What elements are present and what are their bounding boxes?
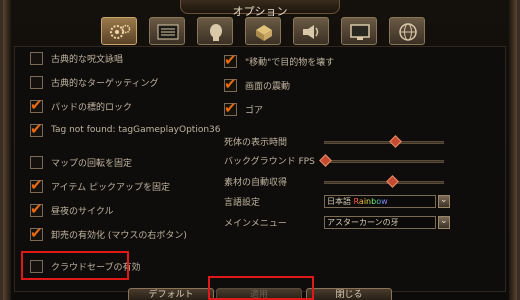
audio-speaker-icon <box>303 25 319 39</box>
tab-inventory[interactable] <box>245 17 281 45</box>
checkbox[interactable] <box>30 176 43 194</box>
apply-button[interactable]: 適用 <box>216 288 302 300</box>
tab-display[interactable] <box>149 17 185 45</box>
main-menu-setting: メインメニュー アスターカーンの牙 ⌄ <box>224 216 464 230</box>
option-cloud-save[interactable]: クラウドセーブの有効 <box>30 258 140 274</box>
title-bar: オプション <box>180 0 340 18</box>
slider-track[interactable] <box>324 135 444 148</box>
chevron-down-icon: ⌄ <box>440 216 448 226</box>
option-label: "移動"で目的物を壊す <box>245 57 335 68</box>
option-label: Tag not found: tagGameplayOption36 <box>51 125 221 135</box>
option-label: マップの回転を固定 <box>51 158 133 169</box>
slider-label: バックグラウンド FPS <box>224 157 315 167</box>
option-screen-shake[interactable]: 画面の震動 <box>224 75 291 93</box>
option-break-with-move[interactable]: "移動"で目的物を壊す <box>224 51 335 69</box>
option-wholesale-right-click[interactable]: 卸売の有効化 (マウスの右ボタン) <box>30 224 187 242</box>
checkbox[interactable] <box>30 120 43 138</box>
tab-gameplay[interactable] <box>101 17 137 45</box>
language-setting: 言語設定 日本語 Rainbow ⌄ <box>224 195 464 209</box>
option-pad-target-lock[interactable]: パッドの標的ロック <box>30 96 133 114</box>
display-list-icon <box>157 24 179 40</box>
main-menu-select[interactable]: アスターカーンの牙 <box>324 216 436 229</box>
default-button[interactable]: デフォルト <box>128 288 214 300</box>
slider-auto-pickup-materials: 素材の自動収得 <box>224 175 464 189</box>
option-classic-spellcasting[interactable]: 古典的な呪文詠唱 <box>30 50 123 66</box>
option-gameplay-36[interactable]: Tag not found: tagGameplayOption36 <box>30 120 221 138</box>
close-button[interactable]: 閉じる <box>306 288 392 300</box>
slider-track[interactable] <box>324 175 444 188</box>
checkbox[interactable] <box>30 96 43 114</box>
slider-background-fps: バックグラウンド FPS <box>224 154 464 168</box>
option-label: 古典的なターゲッティング <box>51 78 159 89</box>
slider-thumb[interactable] <box>388 135 402 148</box>
checkbox[interactable] <box>30 155 43 169</box>
tab-audio[interactable] <box>293 17 329 45</box>
checkbox[interactable] <box>224 51 237 69</box>
checkbox[interactable] <box>224 75 237 93</box>
language-value: 日本語 <box>327 197 354 206</box>
option-label: 卸売の有効化 (マウスの右ボタン) <box>51 230 187 241</box>
chevron-down-icon: ⌄ <box>440 195 448 205</box>
language-select[interactable]: 日本語 Rainbow <box>324 195 436 208</box>
option-day-night-cycle[interactable]: 昼夜のサイクル <box>30 200 114 218</box>
option-lock-item-pickup[interactable]: アイテム ピックアップを固定 <box>30 176 170 194</box>
inventory-crate-icon <box>256 25 272 41</box>
slider-label: 死体の表示時間 <box>224 138 288 148</box>
checkbox[interactable] <box>30 200 43 218</box>
slider-track[interactable] <box>319 154 444 167</box>
main-menu-dropdown-button[interactable]: ⌄ <box>438 216 450 229</box>
checkbox[interactable] <box>224 99 237 117</box>
checkbox[interactable] <box>30 259 43 273</box>
monitor-icon <box>350 24 370 40</box>
tab-network[interactable] <box>389 17 425 45</box>
language-dropdown-button[interactable]: ⌄ <box>438 195 450 208</box>
option-label: 古典的な呪文詠唱 <box>51 54 124 65</box>
network-globe-icon <box>399 23 417 41</box>
checkbox[interactable] <box>30 224 43 242</box>
option-label: ゴア <box>245 105 264 116</box>
slider-label: 素材の自動収得 <box>224 178 288 188</box>
checkbox[interactable] <box>30 75 43 89</box>
language-value-rainbow: Rainbow <box>353 197 388 206</box>
option-label: パッドの標的ロック <box>51 102 133 113</box>
option-label: 画面の震動 <box>245 81 291 92</box>
option-label: 昼夜のサイクル <box>51 206 114 217</box>
option-gore[interactable]: ゴア <box>224 99 264 117</box>
option-lock-map-rotation[interactable]: マップの回転を固定 <box>30 154 132 170</box>
slider-thumb[interactable] <box>319 154 332 167</box>
slider-corpse-duration: 死体の表示時間 <box>224 135 464 149</box>
option-label: アイテム ピックアップを固定 <box>51 182 170 193</box>
option-classic-targeting[interactable]: 古典的なターゲッティング <box>30 74 158 90</box>
option-label: クラウドセーブの有効 <box>51 262 141 273</box>
tab-character[interactable] <box>197 17 233 45</box>
character-head-icon <box>210 24 222 41</box>
dropdown-label: 言語設定 <box>224 198 261 208</box>
slider-thumb[interactable] <box>386 175 400 188</box>
tab-video[interactable] <box>341 17 377 45</box>
gameplay-gears-icon <box>110 24 131 39</box>
checkbox[interactable] <box>30 51 43 65</box>
dropdown-label: メインメニュー <box>224 219 287 229</box>
